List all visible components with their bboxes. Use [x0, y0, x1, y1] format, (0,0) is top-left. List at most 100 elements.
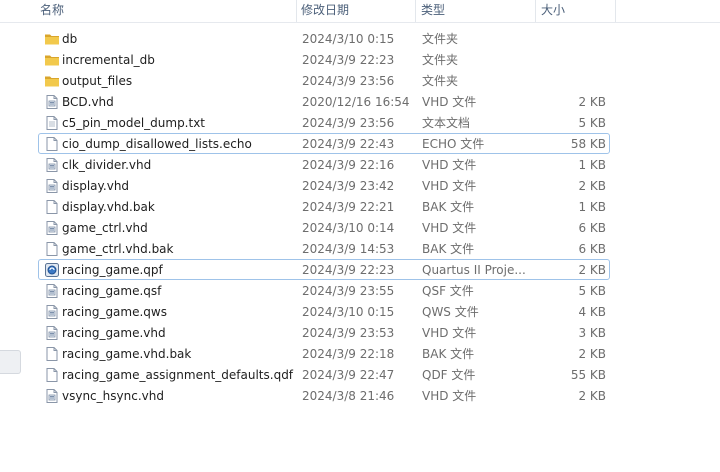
file-row[interactable]: racing_game_assignment_defaults.qdf 2024/…: [38, 364, 610, 385]
file-date-modified: 2024/3/9 22:16: [302, 158, 395, 172]
blank-file-icon: [44, 346, 60, 362]
file-date-modified: 2024/3/10 0:15: [302, 305, 395, 319]
file-type: BAK 文件: [422, 347, 475, 361]
file-type: QSF 文件: [422, 284, 474, 298]
file-size: 5 KB: [578, 284, 606, 298]
navigation-pane-edge[interactable]: [0, 350, 21, 374]
file-name: game_ctrl.vhd.bak: [62, 242, 174, 256]
file-type: VHD 文件: [422, 95, 477, 109]
file-row[interactable]: output_files 2024/3/9 23:56 文件夹: [38, 70, 610, 91]
vhd-file-icon: [44, 325, 60, 341]
file-size: 58 KB: [570, 137, 606, 151]
file-type: Quartus II Proje...: [422, 263, 526, 277]
column-divider[interactable]: [296, 0, 297, 22]
file-size: 2 KB: [578, 389, 606, 403]
file-name: game_ctrl.vhd: [62, 221, 148, 235]
file-type: VHD 文件: [422, 326, 477, 340]
file-type: 文本文档: [422, 116, 471, 130]
file-size: 5 KB: [578, 116, 606, 130]
file-date-modified: 2024/3/9 22:21: [302, 200, 395, 214]
file-type: VHD 文件: [422, 179, 477, 193]
vhd-file-icon: [44, 94, 60, 110]
file-size: 2 KB: [578, 347, 606, 361]
folder-icon: [44, 52, 60, 68]
file-row[interactable]: display.vhd.bak 2024/3/9 22:21 BAK 文件 1 KB: [38, 196, 610, 217]
blank-file-icon: [44, 199, 60, 215]
file-size: 2 KB: [578, 179, 606, 193]
column-divider[interactable]: [535, 0, 536, 22]
blank-file-icon: [44, 367, 60, 383]
file-date-modified: 2024/3/9 22:23: [302, 263, 395, 277]
column-divider[interactable]: [415, 0, 416, 22]
file-row[interactable]: BCD.vhd 2020/12/16 16:54 VHD 文件 2 KB: [38, 91, 610, 112]
file-row[interactable]: display.vhd 2024/3/9 23:42 VHD 文件 2 KB: [38, 175, 610, 196]
file-row[interactable]: racing_game.vhd.bak 2024/3/9 22:18 BAK 文件 2…: [38, 343, 610, 364]
file-date-modified: 2024/3/9 14:53: [302, 242, 395, 256]
file-row[interactable]: db 2024/3/10 0:15 文件夹: [38, 28, 610, 49]
file-type: QWS 文件: [422, 305, 479, 319]
file-date-modified: 2024/3/9 22:23: [302, 53, 395, 67]
file-size: 2 KB: [578, 263, 606, 277]
column-header-name[interactable]: 名称: [40, 2, 64, 20]
blank-file-icon: [44, 241, 60, 257]
file-type: VHD 文件: [422, 221, 477, 235]
file-size: 3 KB: [578, 326, 606, 340]
file-name: vsync_hsync.vhd: [62, 389, 164, 403]
file-row[interactable]: cio_dump_disallowed_lists.echo 2024/3/9 2…: [38, 133, 610, 154]
file-name: incremental_db: [62, 53, 155, 67]
file-date-modified: 2024/3/9 23:55: [302, 284, 395, 298]
blank-file-icon: [44, 136, 60, 152]
vhd-file-icon: [44, 388, 60, 404]
file-name: BCD.vhd: [62, 95, 114, 109]
file-row[interactable]: incremental_db 2024/3/9 22:23 文件夹: [38, 49, 610, 70]
vhd-file-icon: [44, 157, 60, 173]
file-type: 文件夹: [422, 53, 459, 67]
file-size: 6 KB: [578, 242, 606, 256]
folder-icon: [44, 73, 60, 89]
file-type: VHD 文件: [422, 158, 477, 172]
file-date-modified: 2024/3/10 0:15: [302, 32, 395, 46]
file-name: clk_divider.vhd: [62, 158, 152, 172]
file-date-modified: 2024/3/9 22:18: [302, 347, 395, 361]
column-header-date[interactable]: 修改日期: [301, 2, 349, 20]
file-date-modified: 2024/3/9 23:56: [302, 74, 395, 88]
file-row[interactable]: racing_game.qsf 2024/3/9 23:55 QSF 文件 5 KB: [38, 280, 610, 301]
file-date-modified: 2024/3/9 22:47: [302, 368, 395, 382]
file-size: 1 KB: [578, 158, 606, 172]
file-row[interactable]: c5_pin_model_dump.txt 2024/3/9 23:56 文本文档 5…: [38, 112, 610, 133]
file-row[interactable]: racing_game.vhd 2024/3/9 23:53 VHD 文件 3 KB: [38, 322, 610, 343]
file-row[interactable]: vsync_hsync.vhd 2024/3/8 21:46 VHD 文件 2 KB: [38, 385, 610, 406]
file-type: 文件夹: [422, 32, 459, 46]
file-row[interactable]: clk_divider.vhd 2024/3/9 22:16 VHD 文件 1 KB: [38, 154, 610, 175]
column-divider[interactable]: [615, 0, 616, 22]
file-date-modified: 2024/3/9 23:42: [302, 179, 395, 193]
file-size: 4 KB: [578, 305, 606, 319]
file-type: BAK 文件: [422, 242, 475, 256]
vhd-file-icon: [44, 220, 60, 236]
file-row[interactable]: racing_game.qpf 2024/3/9 22:23 Quartus II …: [38, 259, 610, 280]
file-name: racing_game.qpf: [62, 263, 163, 277]
file-name: db: [62, 32, 78, 46]
file-name: c5_pin_model_dump.txt: [62, 116, 206, 130]
text-file-icon: [44, 115, 60, 131]
file-row[interactable]: game_ctrl.vhd 2024/3/10 0:14 VHD 文件 6 KB: [38, 217, 610, 238]
file-name: racing_game.vhd: [62, 326, 166, 340]
column-header-type[interactable]: 类型: [421, 2, 445, 20]
file-date-modified: 2024/3/8 21:46: [302, 389, 395, 403]
file-name: racing_game_assignment_defaults.qdf: [62, 368, 294, 382]
file-date-modified: 2024/3/9 23:56: [302, 116, 395, 130]
file-row[interactable]: racing_game.qws 2024/3/10 0:15 QWS 文件 4 KB: [38, 301, 610, 322]
vhd-file-icon: [44, 304, 60, 320]
file-size: 55 KB: [570, 368, 606, 382]
file-type: QDF 文件: [422, 368, 476, 382]
column-header-size[interactable]: 大小: [541, 2, 565, 20]
folder-icon: [44, 31, 60, 47]
column-header-bar: 名称 修改日期 类型 大小: [0, 0, 720, 23]
file-size: 1 KB: [578, 200, 606, 214]
file-name: racing_game.vhd.bak: [62, 347, 192, 361]
file-date-modified: 2024/3/10 0:14: [302, 221, 395, 235]
file-date-modified: 2024/3/9 23:53: [302, 326, 395, 340]
file-row[interactable]: game_ctrl.vhd.bak 2024/3/9 14:53 BAK 文件 6 K…: [38, 238, 610, 259]
file-type: VHD 文件: [422, 389, 477, 403]
file-name: cio_dump_disallowed_lists.echo: [62, 137, 252, 151]
